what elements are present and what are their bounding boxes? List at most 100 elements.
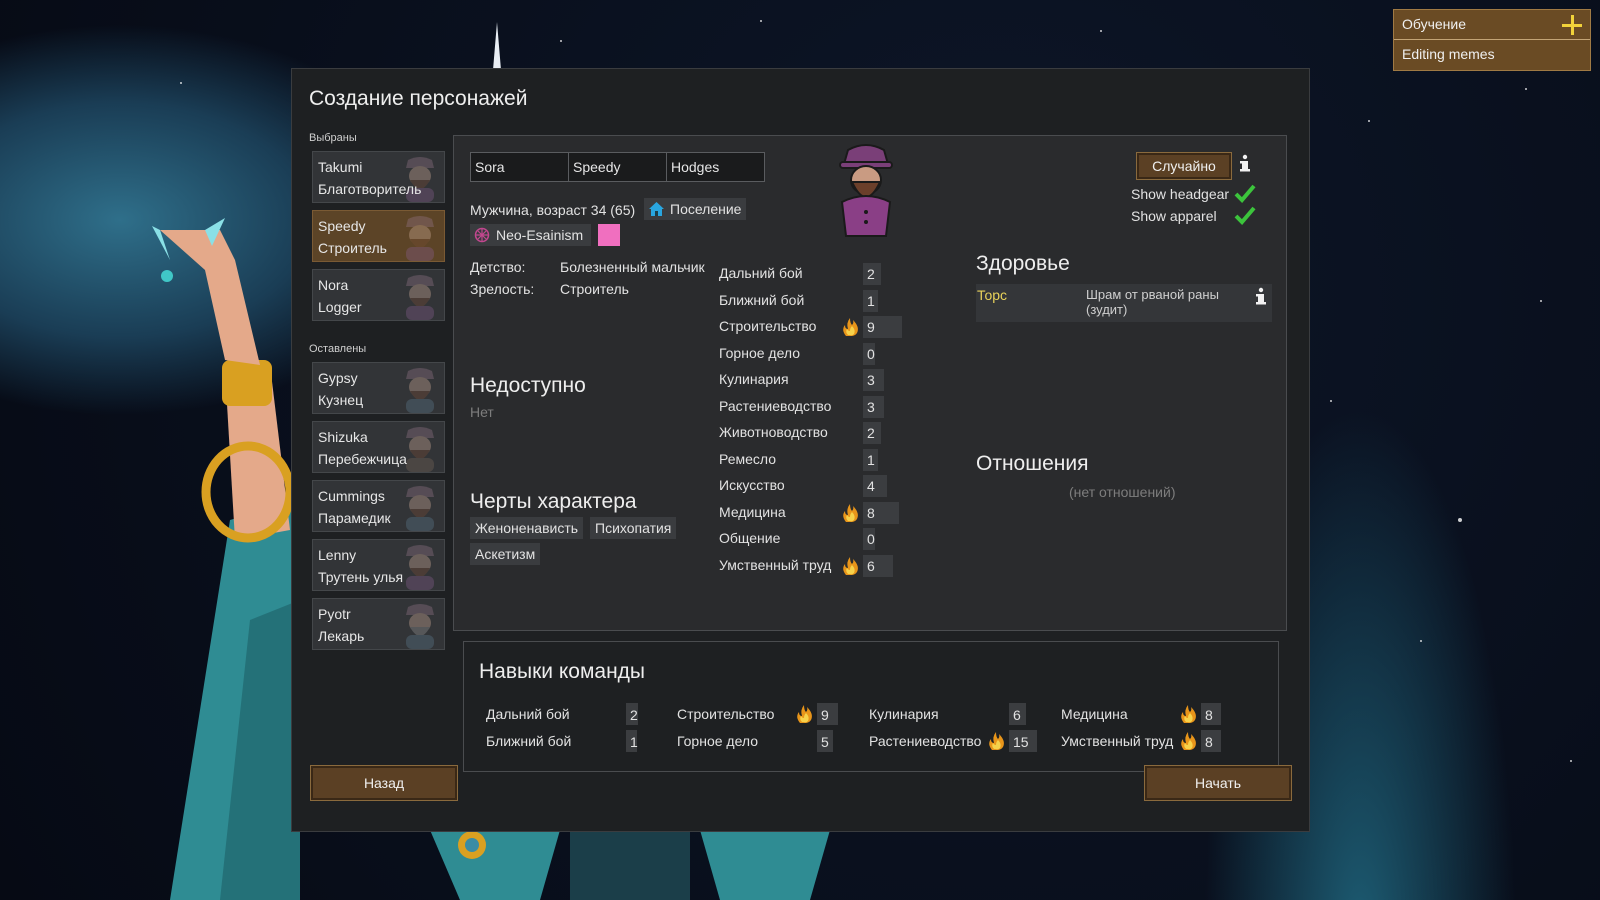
pawn-card-selected[interactable]: Speedy Строитель: [312, 210, 445, 262]
skill-name: Кулинария: [719, 371, 789, 387]
skill-name: Ближний бой: [719, 291, 805, 308]
trait-tag[interactable]: Женоненависть: [470, 517, 584, 539]
pawn-card[interactable]: Takumi Благотворитель: [312, 151, 445, 203]
show-headgear-label: Show headgear: [1131, 186, 1230, 202]
pawn-name: Pyotr: [318, 606, 351, 622]
faction-name: Поселение: [670, 201, 742, 217]
skill-row[interactable]: Умственный труд 6: [719, 554, 904, 578]
randomize-button[interactable]: Случайно: [1136, 152, 1232, 180]
team-skill-name: Ближний бой: [486, 732, 572, 749]
plus-icon[interactable]: [1562, 15, 1582, 35]
skill-name: Горное дело: [719, 344, 801, 361]
star: [1540, 300, 1542, 302]
faction-badge[interactable]: Поселение: [644, 198, 747, 220]
skill-row[interactable]: Растениеводство 3: [719, 395, 904, 419]
passion-flame-icon: [795, 704, 815, 724]
skill-value: 0: [867, 531, 875, 547]
passion-flame-icon: [987, 731, 1007, 751]
skill-row[interactable]: Горное дело 0: [719, 342, 904, 366]
team-skill-item[interactable]: Ближний бой 1: [486, 729, 656, 753]
tutorial-panel: Обучение Editing memes: [1393, 9, 1591, 71]
show-apparel-checkbox[interactable]: [1234, 205, 1256, 225]
star: [1368, 120, 1370, 122]
health-condition: Шрам от рваной раны (зудит): [1086, 287, 1219, 317]
health-row[interactable]: Торс Шрам от рваной раны (зудит): [976, 284, 1272, 322]
star: [1420, 640, 1422, 642]
skill-row[interactable]: Животноводство 2: [719, 421, 904, 445]
ideology-color-swatch[interactable]: [598, 224, 620, 246]
team-skill-item[interactable]: Умственный труд 8: [1061, 729, 1231, 753]
pawn-card[interactable]: Gypsy Кузнец: [312, 362, 445, 414]
team-skill-value: 2: [630, 707, 638, 723]
pawn-card[interactable]: Cummings Парамедик: [312, 480, 445, 532]
team-skill-item[interactable]: Горное дело 5: [677, 729, 847, 753]
star: [560, 40, 562, 42]
character-creation-window: Создание персонажей Выбраны Takumi Благо…: [291, 68, 1310, 832]
team-skill-name: Кулинария: [869, 706, 939, 722]
adulthood-value[interactable]: Строитель: [560, 281, 629, 297]
team-skill-item[interactable]: Дальний бой 2: [486, 702, 656, 726]
team-skills-title: Навыки команды: [479, 660, 646, 683]
skill-value: 8: [867, 504, 875, 521]
pawn-name: Takumi: [318, 159, 363, 175]
star: [1100, 30, 1102, 32]
nickname-input[interactable]: [568, 152, 667, 182]
skill-row[interactable]: Общение 0: [719, 527, 904, 551]
team-skill-item[interactable]: Кулинария 6: [869, 702, 1039, 726]
ideology-badge[interactable]: Neo-Esainism: [470, 224, 591, 246]
team-skill-name: Умственный труд: [1061, 732, 1174, 749]
tutorial-item[interactable]: Editing memes: [1394, 40, 1590, 70]
team-skill-name: Строительство: [677, 706, 775, 722]
team-skill-item[interactable]: Строительство 9: [677, 702, 847, 726]
info-icon[interactable]: [1254, 287, 1268, 305]
back-button[interactable]: Назад: [310, 765, 458, 801]
first-name-input[interactable]: [470, 152, 569, 182]
passion-flame-icon: [841, 317, 861, 337]
ideology-icon: [474, 227, 490, 243]
childhood-value[interactable]: Болезненный мальчик: [560, 259, 705, 275]
skill-row[interactable]: Медицина 8: [719, 501, 904, 525]
pawn-card[interactable]: Pyotr Лекарь: [312, 598, 445, 650]
info-icon[interactable]: [1238, 154, 1252, 172]
skill-value: 6: [867, 557, 875, 574]
last-name-input[interactable]: [666, 152, 765, 182]
skill-row[interactable]: Дальний бой 2: [719, 262, 904, 286]
skill-row[interactable]: Искусство 4: [719, 474, 904, 498]
childhood-label: Детство:: [470, 259, 526, 275]
skill-name: Медицина: [719, 503, 786, 520]
tutorial-header[interactable]: Обучение: [1394, 10, 1590, 40]
team-skill-value: 5: [821, 733, 829, 750]
skill-row[interactable]: Строительство 9: [719, 315, 904, 339]
team-skill-item[interactable]: Растениеводство 15: [869, 729, 1039, 753]
team-skills-panel: Навыки команды Дальний бой 2 Ближний бой 1 С…: [463, 641, 1279, 772]
star: [1458, 518, 1462, 522]
health-title: Здоровье: [976, 252, 1070, 275]
trait-tag[interactable]: Психопатия: [590, 517, 677, 539]
start-button[interactable]: Начать: [1144, 765, 1292, 801]
pawn-name: Gypsy: [318, 370, 358, 386]
skill-name: Ремесло: [719, 450, 777, 467]
trait-tag[interactable]: Аскетизм: [470, 543, 541, 565]
skill-row[interactable]: Кулинария 3: [719, 368, 904, 392]
skill-value: 2: [867, 425, 875, 441]
skill-row[interactable]: Ремесло 1: [719, 448, 904, 472]
pawn-card[interactable]: Nora Logger: [312, 269, 445, 321]
pawn-card[interactable]: Shizuka Перебежчица: [312, 421, 445, 473]
show-headgear-checkbox[interactable]: [1234, 183, 1256, 203]
star: [1570, 760, 1572, 762]
pawn-job: Строитель: [318, 240, 387, 256]
relations-empty: (нет отношений): [1069, 484, 1176, 500]
pawn-description: Мужчина, возраст 34 (65): [470, 202, 636, 218]
team-skill-item[interactable]: Медицина 8: [1061, 702, 1231, 726]
home-icon: [649, 202, 664, 216]
team-skill-name: Дальний бой: [486, 706, 570, 722]
star: [1330, 400, 1332, 402]
pawn-job: Перебежчица: [318, 451, 407, 467]
passion-flame-icon: [1179, 704, 1199, 724]
star: [760, 20, 762, 22]
pawn-card[interactable]: Lenny Трутень улья: [312, 539, 445, 591]
pawn-name: Nora: [318, 277, 349, 293]
star: [180, 82, 182, 84]
skill-row[interactable]: Ближний бой 1: [719, 289, 904, 313]
skill-name: Общение: [719, 530, 781, 546]
